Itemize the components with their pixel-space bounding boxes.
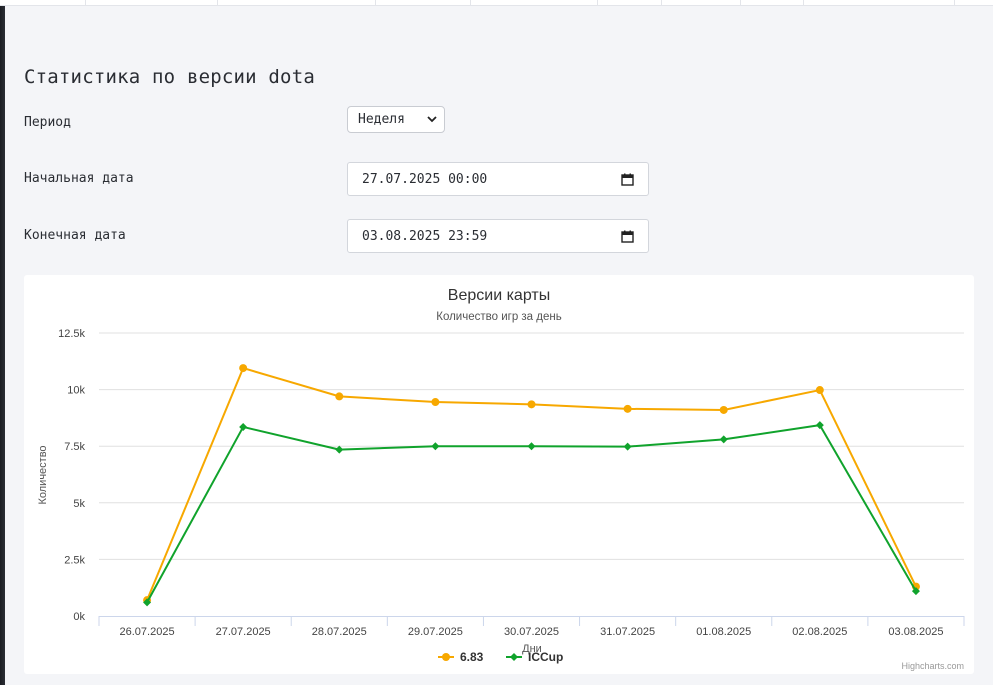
chevron-down-icon: [426, 113, 438, 129]
nav-divider: [954, 0, 955, 5]
x-tick-label: 29.07.2025: [408, 626, 463, 638]
legend[interactable]: 6.83 ICCup: [438, 650, 563, 664]
period-label: Период: [24, 115, 71, 130]
data-point: [431, 442, 440, 451]
legend-item-label: ICCup: [528, 650, 563, 664]
x-tick-label: 03.08.2025: [888, 626, 943, 638]
x-tick-label: 28.07.2025: [312, 626, 367, 638]
chart-subtitle: Количество игр за день: [436, 311, 561, 323]
y-tick-label: 5k: [73, 498, 85, 510]
nav-divider: [217, 0, 218, 5]
legend-item-label: 6.83: [460, 650, 484, 664]
data-point: [815, 386, 824, 395]
start-date-input[interactable]: 27.07.2025 00:00: [347, 162, 649, 196]
data-point: [719, 405, 728, 414]
x-tick-label: 26.07.2025: [120, 626, 175, 638]
data-point: [719, 435, 728, 444]
line-chart: Версии карты Количество игр за день 0k 2.…: [37, 287, 965, 671]
period-select[interactable]: Неделя: [347, 106, 445, 133]
x-tick-label: 30.07.2025: [504, 626, 559, 638]
data-point: [239, 422, 248, 431]
nav-divider: [597, 0, 598, 5]
page-title: Статистика по версии dota: [24, 66, 315, 88]
nav-divider: [661, 0, 662, 5]
y-tick-label: 2.5k: [64, 554, 85, 566]
x-tick-label: 31.07.2025: [600, 626, 655, 638]
period-select-value: Неделя: [358, 112, 405, 127]
calendar-icon[interactable]: [621, 230, 634, 247]
nav-divider: [375, 0, 376, 5]
series-layer: [143, 364, 920, 607]
credits-link[interactable]: Highcharts.com: [901, 661, 964, 671]
x-tick-label: 01.08.2025: [696, 626, 751, 638]
nav-divider: [803, 0, 804, 5]
end-date-label: Конечная дата: [24, 228, 126, 243]
chart-card: Версии карты Количество игр за день 0k 2.…: [24, 275, 974, 674]
data-point: [335, 392, 344, 401]
top-nav-bar: [0, 0, 993, 6]
y-tick-label: 0k: [73, 611, 85, 623]
data-point: [335, 445, 344, 454]
data-point: [527, 400, 536, 409]
chart-title: Версии карты: [448, 287, 550, 304]
data-point: [623, 442, 632, 451]
y-axis-label: Количество: [37, 445, 49, 504]
nav-divider: [470, 0, 471, 5]
x-tick-label: 27.07.2025: [216, 626, 271, 638]
nav-divider: [85, 0, 86, 5]
legend-symbol: [442, 653, 450, 661]
data-point: [623, 404, 632, 413]
window-edge: [0, 0, 5, 685]
legend-symbol: [510, 653, 518, 661]
y-tick-label: 12.5k: [58, 328, 85, 340]
data-point: [431, 398, 440, 407]
start-date-label: Начальная дата: [24, 171, 134, 186]
nav-divider: [740, 0, 741, 5]
series-line: [146, 424, 917, 603]
end-date-input[interactable]: 03.08.2025 23:59: [347, 219, 649, 253]
y-tick-label: 10k: [67, 385, 85, 397]
data-point: [239, 364, 248, 373]
end-date-value: 03.08.2025 23:59: [362, 229, 488, 244]
data-point: [815, 421, 824, 430]
x-tick-label: 02.08.2025: [792, 626, 847, 638]
axes: 0k 2.5k 5k 7.5k 10k 12.5k 26.07.2025 27.07.2025…: [58, 328, 965, 638]
data-point: [527, 442, 536, 451]
calendar-icon[interactable]: [621, 173, 634, 190]
y-tick-label: 7.5k: [64, 441, 85, 453]
start-date-value: 27.07.2025 00:00: [362, 172, 488, 187]
